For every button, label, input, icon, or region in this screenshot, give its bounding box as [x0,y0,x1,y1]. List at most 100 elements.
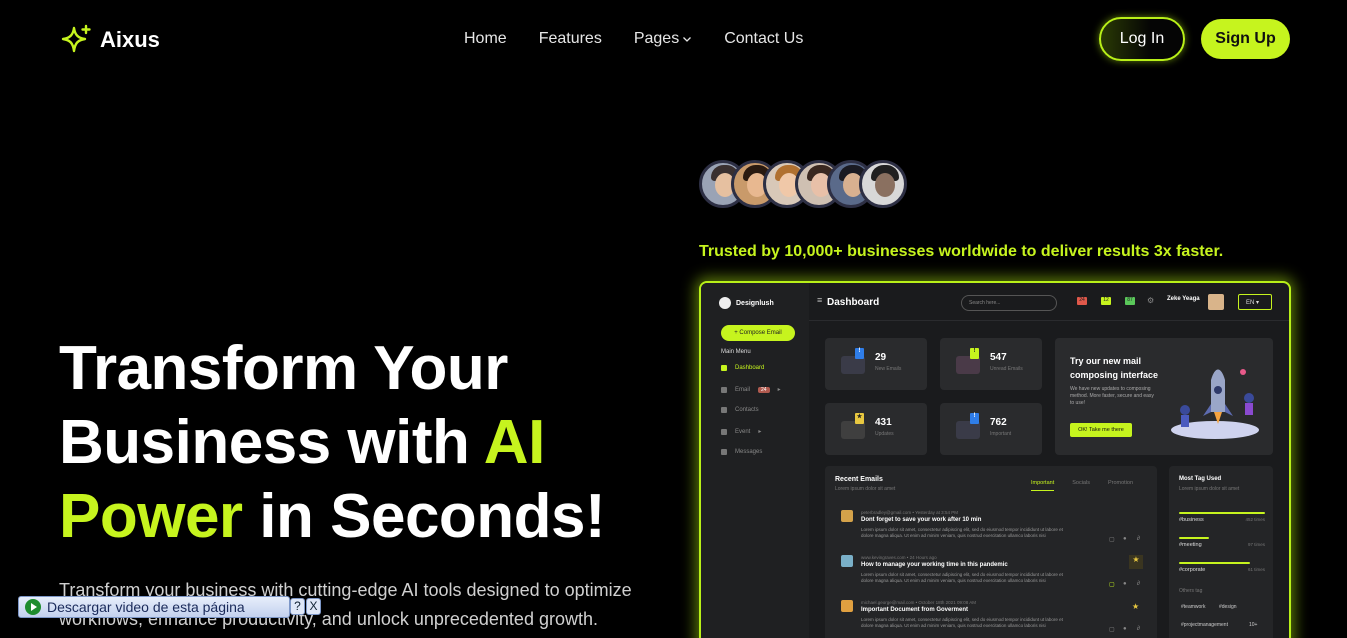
tag-chip[interactable]: 10+ [1249,622,1257,628]
promo-button[interactable]: OK! Take me there [1070,423,1132,437]
mail-icon [721,386,727,393]
attachment-icon[interactable]: ∂ [1137,536,1140,542]
email-row[interactable]: www.kevingraves.com • 24 Hours ago How t… [841,555,1143,595]
close-button[interactable]: X [306,598,321,615]
tag-item[interactable]: #business 452 times [1179,512,1265,523]
email-meta: michael.george@mail.com • October 18th 2… [861,600,976,605]
nav-pages[interactable]: Pages [634,30,692,48]
dashboard-title: Dashboard [827,297,880,308]
tag-name: #meeting [1179,542,1202,548]
alert-icon: ! [855,348,864,359]
dashboard-preview: Designlush + Compose Email Main Menu Das… [699,281,1291,638]
tag-item[interactable]: #meeting 97 times [1179,537,1265,548]
alert-icon: ! [970,413,979,424]
email-subject: Dont forget to save your work after 10 m… [861,517,982,523]
tag-chip[interactable]: #design [1219,604,1237,610]
tags-title: Most Tag Used [1179,476,1222,482]
nav-contact[interactable]: Contact Us [724,30,803,48]
email-meta: peterbradley@gmail.com • Yesterday at 3:… [861,510,958,515]
chat-icon[interactable]: ▢ [1109,581,1115,588]
hero-title-line3a: Power [59,482,243,551]
sidebar-item-email[interactable]: Email 24 ▸ [721,386,791,393]
tag-count: 452 times [1245,517,1265,522]
phone-icon [721,407,727,413]
compose-email-button[interactable]: + Compose Email [721,325,795,341]
email-row[interactable]: peterbradley@gmail.com • Yesterday at 3:… [841,510,1141,550]
tab-socials[interactable]: Socials [1072,480,1090,491]
alert-icon: ! [970,348,979,359]
promo-title: Try our new mail composing interface [1070,356,1159,380]
chat-icon [721,449,727,455]
most-tag-used-panel: Most Tag Used Lorem ipsum dolor sit amet… [1169,466,1273,638]
sidebar-item-event[interactable]: Event ▸ [721,428,791,435]
stat-value: 547 [990,352,1007,363]
dashboard-sidebar: Designlush + Compose Email Main Menu Das… [701,283,809,638]
tag-bar [1179,537,1210,539]
language-select[interactable]: EN ▾ [1238,294,1272,310]
tag-item[interactable]: #corporate 61 times [1179,562,1265,573]
clock-icon[interactable]: ● [1123,581,1127,587]
chevron-down-icon: ▾ [1256,300,1260,306]
attachment-icon[interactable]: ∂ [1137,626,1140,632]
email-count-badge: 24 [758,386,770,393]
email-subject: Important Document from Goverment [861,607,969,613]
recent-emails-panel: Recent Emails Lorem ipsum dolor sit amet… [825,466,1157,638]
sidebar-item-messages[interactable]: Messages [721,449,791,455]
stat-label: Important [990,431,1012,437]
gear-icon[interactable]: ⚙ [1147,296,1154,305]
login-button[interactable]: Log In [1099,17,1185,61]
tag-chip[interactable]: #projectmanagement [1181,622,1228,628]
stat-label: Unread Emails [990,366,1023,372]
main-menu: Home Features Pages Contact Us [464,30,803,48]
star-icon[interactable]: ★ [1132,602,1139,611]
tag-bar [1179,562,1250,564]
hero-title-line2a: Business with [59,408,484,477]
signup-button[interactable]: Sign Up [1201,19,1290,59]
notification-badge[interactable]: 87 [1125,297,1135,305]
tag-count: 97 times [1247,542,1265,547]
language-value: EN [1246,300,1255,306]
trusted-text: Trusted by 10,000+ businesses worldwide … [699,243,1224,260]
chat-icon[interactable]: ▢ [1109,536,1115,543]
chevron-right-icon: ▸ [777,387,781,393]
dashboard-search-input[interactable]: Search here... [961,295,1057,311]
sidebar-item-label: Messages [735,449,763,455]
main-menu-heading: Main Menu [721,349,751,355]
dashboard-user-name: Zeke Yeaga [1167,296,1200,302]
stat-value: 29 [875,352,887,363]
hero-title-line2b: AI [483,408,546,477]
tab-promotion[interactable]: Promotion [1108,480,1133,491]
notification-badge[interactable]: 24 [1077,297,1087,305]
brand-avatar-icon [719,297,731,309]
sidebar-item-label: Contacts [735,407,759,413]
notification-badge[interactable]: 12 [1101,297,1111,305]
clock-icon[interactable]: ● [1123,626,1127,632]
promo-text: We have new updates to composing method.… [1070,386,1154,406]
attachment-icon[interactable]: ∂ [1137,581,1140,587]
avatar[interactable] [1208,294,1224,310]
stat-card: ! 29 New Emails [825,338,927,390]
tag-count: 61 times [1247,567,1265,572]
dashboard-brand-name: Designlush [736,299,774,307]
help-button[interactable]: ? [290,598,305,615]
sidebar-item-contacts[interactable]: Contacts [721,407,791,413]
nav-home[interactable]: Home [464,30,507,48]
tab-important[interactable]: Important [1031,480,1055,491]
tag-chip[interactable]: #teamwork [1181,604,1205,610]
star-icon[interactable]: ★ [1129,555,1143,569]
stat-card: ! 762 Important [940,403,1042,455]
brand-name: Aixus [100,27,160,52]
sidebar-item-dashboard[interactable]: Dashboard [721,365,791,371]
chat-icon[interactable]: ▢ [1109,626,1115,633]
stat-card: ! 547 Unread Emails [940,338,1042,390]
clock-icon[interactable]: ● [1123,536,1127,542]
nav-features[interactable]: Features [539,30,602,48]
email-row[interactable]: michael.george@mail.com • October 18th 2… [841,600,1141,638]
dashboard-topbar: ≡ Dashboard Search here... 24 12 87 ⚙ Ze… [809,283,1289,321]
hamburger-icon[interactable]: ≡ [817,295,822,305]
brand-logo[interactable]: Aixus [60,24,160,56]
star-icon: ★ [855,413,864,424]
sparkle-icon [61,24,91,53]
download-video-bar[interactable]: Descargar video de esta página [18,596,290,618]
hero-title-line3b: in Seconds! [242,482,606,551]
